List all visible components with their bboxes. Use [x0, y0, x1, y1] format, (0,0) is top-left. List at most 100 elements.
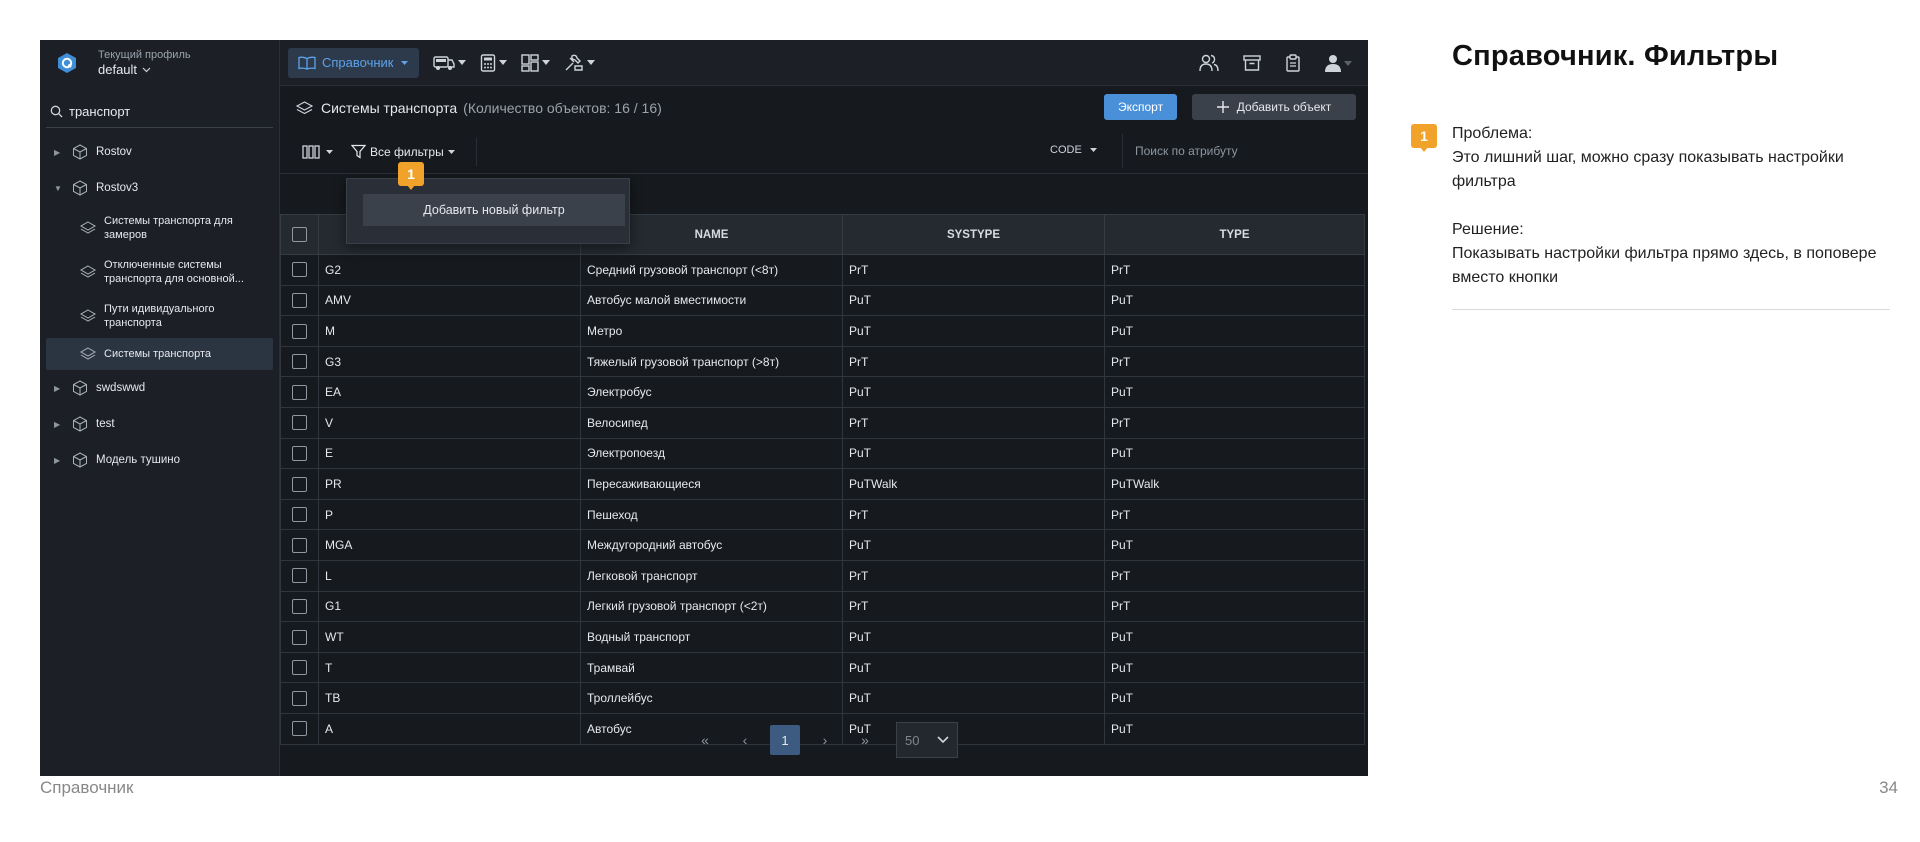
row-checkbox-cell[interactable]	[280, 315, 319, 347]
row-checkbox-cell[interactable]	[280, 498, 319, 531]
calculator-menu-button[interactable]	[480, 53, 507, 72]
table-row[interactable]: G1 Легкий грузовой транспорт (<2т) PrT PrT	[280, 590, 1365, 623]
cell-systype: PuT	[842, 437, 1105, 470]
attribute-search-input[interactable]	[1135, 144, 1345, 158]
row-checkbox[interactable]	[292, 262, 307, 278]
row-checkbox[interactable]	[292, 415, 307, 431]
row-checkbox-cell[interactable]	[280, 651, 319, 684]
profile-switcher[interactable]: Текущий профиль default	[98, 49, 191, 78]
table-row[interactable]: G2 Средний грузовой транспорт (<8т) PrT PrT	[280, 254, 1365, 286]
row-checkbox-cell[interactable]	[280, 254, 319, 286]
table-row[interactable]: E Электропоезд PuT PuT	[280, 437, 1365, 470]
table-row[interactable]: M Метро PuT PuT	[280, 315, 1365, 347]
attribute-search[interactable]	[1122, 134, 1358, 168]
row-checkbox[interactable]	[292, 690, 307, 706]
row-checkbox[interactable]	[292, 598, 307, 614]
sidebar-search[interactable]	[46, 96, 273, 128]
last-page-button[interactable]: »	[850, 725, 880, 755]
row-checkbox[interactable]	[292, 476, 307, 492]
row-checkbox-cell[interactable]	[280, 621, 319, 653]
page-button-current[interactable]: 1	[770, 725, 800, 755]
tree-node-test[interactable]: ▶ test	[40, 406, 279, 442]
tree-node-swdswwd[interactable]: ▶ swdswwd	[40, 370, 279, 406]
clipboard-icon[interactable]	[1285, 54, 1301, 72]
row-checkbox-cell[interactable]	[280, 437, 319, 470]
caret-right-icon[interactable]: ▶	[54, 148, 68, 157]
cell-type: PrT	[1104, 345, 1365, 378]
app-window: Текущий профиль default ▶ Rostov	[40, 40, 1368, 776]
row-checkbox-cell[interactable]	[280, 559, 319, 592]
table-row[interactable]: AMV Автобус малой вместимости PuT PuT	[280, 284, 1365, 317]
row-checkbox-cell[interactable]	[280, 682, 319, 714]
column-header-systype[interactable]: SYSTYPE	[842, 214, 1105, 255]
caret-down-icon[interactable]: ▼	[54, 184, 68, 193]
row-checkbox[interactable]	[292, 568, 307, 584]
cell-type: PuT	[1104, 529, 1365, 561]
tools-menu-button[interactable]	[564, 54, 595, 72]
profile-name[interactable]: default	[98, 62, 191, 78]
cell-type: PrT	[1104, 590, 1365, 623]
page-size-select[interactable]: 50	[896, 722, 958, 758]
add-new-filter-button[interactable]: Добавить новый фильтр	[363, 194, 625, 226]
table-row[interactable]: MGA Междугородний автобус PuT PuT	[280, 529, 1365, 561]
caret-right-icon[interactable]: ▶	[54, 420, 68, 429]
cube-icon	[72, 380, 88, 396]
page-number: 34	[1879, 778, 1898, 797]
archive-icon[interactable]	[1243, 54, 1261, 72]
table-row[interactable]: T Трамвай PuT PuT	[280, 651, 1365, 684]
tree-node-rostov[interactable]: ▶ Rostov	[40, 134, 279, 170]
all-filters-button[interactable]: Все фильтры	[351, 144, 455, 159]
dashboard-menu-button[interactable]	[520, 53, 550, 72]
row-checkbox[interactable]	[292, 293, 307, 309]
caret-right-icon[interactable]: ▶	[54, 384, 68, 393]
select-all-checkbox[interactable]	[292, 227, 307, 242]
reference-menu-button[interactable]: Справочник	[288, 47, 419, 78]
tree-node-rostov3[interactable]: ▼ Rostov3	[40, 170, 279, 206]
transport-menu-button[interactable]	[432, 55, 466, 71]
row-checkbox-cell[interactable]	[280, 529, 319, 561]
row-checkbox-cell[interactable]	[280, 345, 319, 378]
table-row[interactable]: EA Электробус PuT PuT	[280, 376, 1365, 408]
column-header-type[interactable]: TYPE	[1104, 214, 1365, 255]
tree-child-disabled[interactable]: Отключенные системы транспорта для основ…	[40, 250, 279, 294]
select-all-cell[interactable]	[280, 214, 319, 255]
prev-page-button[interactable]: ‹	[730, 725, 760, 755]
table-row[interactable]: PR Пересаживающиеся PuTWalk PuTWalk	[280, 468, 1365, 500]
row-checkbox[interactable]	[292, 629, 307, 645]
row-checkbox[interactable]	[292, 384, 307, 400]
users-icon[interactable]	[1199, 54, 1219, 72]
row-checkbox-cell[interactable]	[280, 406, 319, 439]
table-row[interactable]: V Велосипед PrT PrT	[280, 406, 1365, 439]
caret-right-icon[interactable]: ▶	[54, 456, 68, 465]
columns-menu-button[interactable]	[302, 144, 333, 159]
row-checkbox-cell[interactable]	[280, 284, 319, 317]
cell-code: T	[318, 651, 581, 684]
table-row[interactable]: G3 Тяжелый грузовой транспорт (>8т) PrT PrT	[280, 345, 1365, 378]
table-row[interactable]: WT Водный транспорт PuT PuT	[280, 621, 1365, 653]
attribute-select[interactable]: CODE	[1050, 144, 1097, 156]
sidebar-search-input[interactable]	[69, 104, 269, 119]
cell-code: TB	[318, 682, 581, 714]
export-button[interactable]: Экспорт	[1104, 94, 1178, 120]
first-page-button[interactable]: «	[690, 725, 720, 755]
tree-child-paths[interactable]: Пути идивидуального транспорта	[40, 294, 279, 338]
row-checkbox-cell[interactable]	[280, 468, 319, 500]
row-checkbox[interactable]	[292, 660, 307, 676]
row-checkbox[interactable]	[292, 323, 307, 339]
row-checkbox[interactable]	[292, 446, 307, 462]
user-menu[interactable]	[1325, 54, 1352, 72]
next-page-button[interactable]: ›	[810, 725, 840, 755]
tree-child-transport-systems[interactable]: Системы транспорта	[46, 338, 273, 370]
row-checkbox[interactable]	[292, 354, 307, 370]
table-row[interactable]: L Легковой транспорт PrT PrT	[280, 559, 1365, 592]
row-checkbox[interactable]	[292, 507, 307, 523]
cell-name: Пересаживающиеся	[580, 468, 843, 500]
row-checkbox-cell[interactable]	[280, 590, 319, 623]
add-object-button[interactable]: Добавить объект	[1192, 94, 1356, 120]
tree-node-tushino[interactable]: ▶ Модель тушино	[40, 442, 279, 478]
row-checkbox[interactable]	[292, 537, 307, 553]
row-checkbox-cell[interactable]	[280, 376, 319, 408]
tree-child-measurements[interactable]: Системы транспорта для замеров	[40, 206, 279, 250]
table-row[interactable]: P Пешеход PrT PrT	[280, 498, 1365, 531]
table-row[interactable]: TB Троллейбус PuT PuT	[280, 682, 1365, 714]
